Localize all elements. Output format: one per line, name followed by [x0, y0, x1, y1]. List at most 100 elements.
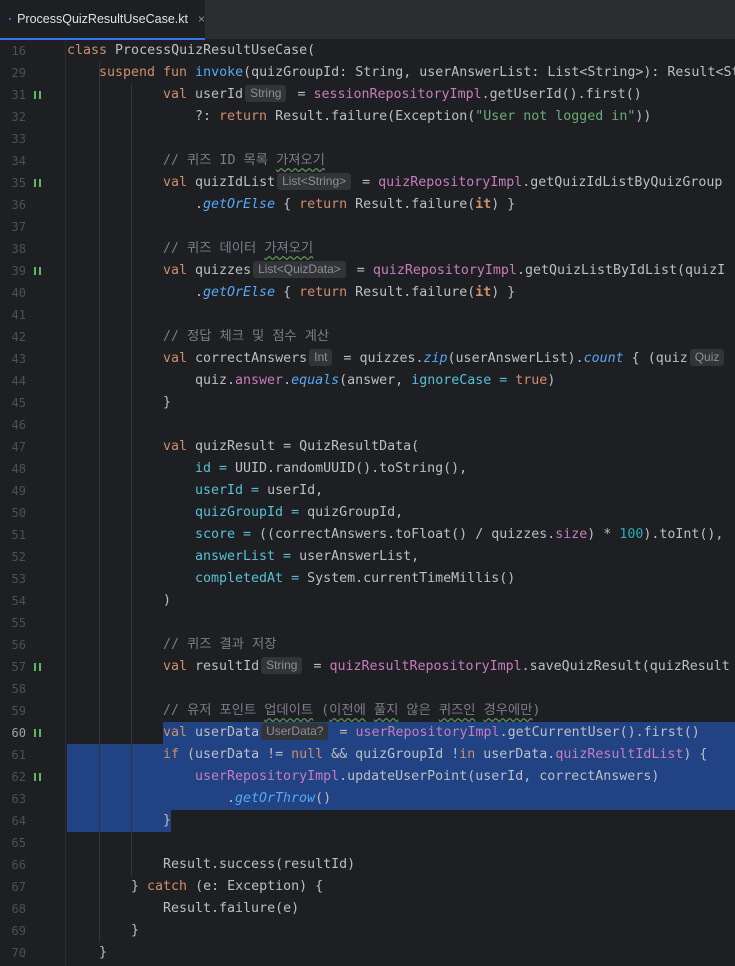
- line-number: 51: [11, 528, 26, 542]
- code-line: 45 }: [0, 392, 735, 414]
- tab-processquizresultusecase[interactable]: ProcessQuizResultUseCase.kt ×: [0, 0, 205, 40]
- code-text: Result.success(resultId): [163, 857, 356, 872]
- code-comment: // 정답 체크 및 점수 계산: [163, 329, 330, 344]
- code-line: 53 completedAt = System.currentTimeMilli…: [0, 568, 735, 590]
- line-number: 45: [11, 396, 26, 410]
- code-text: val correctAnswers Int = quizzes.zip(user…: [163, 348, 727, 370]
- code-line: 59 // 유저 포인트 업데이트 (이전에 풀지 않은 퀴즈인 경우에만): [0, 700, 735, 722]
- code-text: userId = userId,: [195, 483, 324, 498]
- suspend-call-icon[interactable]: [34, 91, 42, 99]
- kotlin-class-icon: [9, 17, 11, 21]
- line-number: 52: [11, 550, 26, 564]
- code-text: suspend fun invoke(quizGroupId: String, …: [99, 65, 735, 80]
- line-number: 16: [11, 44, 26, 58]
- line-number: 44: [11, 374, 26, 388]
- code-line: 46: [0, 414, 735, 436]
- code-text: val quizResult = QuizResultData(: [163, 439, 420, 454]
- line-number: 41: [11, 308, 26, 322]
- code-line: 54 ): [0, 590, 735, 612]
- code-line: 60 val userData UserData? = userRepositor…: [0, 722, 735, 744]
- code-line: 57 val resultId String = quizResultReposi…: [0, 656, 735, 678]
- code-line: 44 quiz.answer.equals(answer, ignoreCase…: [0, 370, 735, 392]
- line-number: 53: [11, 572, 26, 586]
- code-line: 32 ?: return Result.failure(Exception("U…: [0, 106, 735, 128]
- tab-close-icon[interactable]: ×: [198, 12, 205, 26]
- line-number: 57: [11, 660, 26, 674]
- line-number: 66: [11, 858, 26, 872]
- type-hint: Int: [309, 349, 333, 366]
- code-line: 40 .getOrElse { return Result.failure(it…: [0, 282, 735, 304]
- suspend-call-icon[interactable]: [34, 773, 42, 781]
- type-hint: List<String>: [277, 173, 352, 190]
- code-text: answerList = userAnswerList,: [195, 549, 420, 564]
- code-text: .getOrElse { return Result.failure(it) }: [195, 285, 516, 300]
- code-text: if (userData != null && quizGroupId !in …: [163, 747, 708, 762]
- code-line: 47 val quizResult = QuizResultData(: [0, 436, 735, 458]
- code-line: 38 // 퀴즈 데이터 가져오기: [0, 238, 735, 260]
- code-text: ): [163, 593, 172, 608]
- code-line: 39 val quizzes List<QuizData> = quizRepos…: [0, 260, 735, 282]
- line-number: 32: [11, 110, 26, 124]
- code-text: val resultId String = quizResultRepositor…: [163, 657, 730, 674]
- code-line: 50 quizGroupId = quizGroupId,: [0, 502, 735, 524]
- line-number: 56: [11, 638, 26, 652]
- line-number: 37: [11, 220, 26, 234]
- code-line: 56 // 퀴즈 결과 저장: [0, 634, 735, 656]
- code-line: 68 Result.failure(e): [0, 898, 735, 920]
- code-text: }: [163, 813, 172, 828]
- line-number: 59: [11, 704, 26, 718]
- code-line: 16 class ProcessQuizResultUseCase(: [0, 40, 735, 62]
- type-hint: Quiz: [689, 349, 725, 366]
- line-number: 33: [11, 132, 26, 146]
- suspend-call-icon[interactable]: [34, 267, 42, 275]
- code-comment: // 퀴즈 ID 목록 가져오기: [163, 153, 325, 168]
- line-number: 55: [11, 616, 26, 630]
- line-number: 54: [11, 594, 26, 608]
- code-text: val quizzes List<QuizData> = quizReposito…: [163, 261, 726, 278]
- code-line: 70 }: [0, 942, 735, 964]
- code-text: id = UUID.randomUUID().toString(),: [195, 461, 468, 476]
- code-text: val userData UserData? = userRepositoryIm…: [163, 723, 700, 740]
- line-number: 35: [11, 176, 26, 190]
- code-text: }: [99, 945, 108, 960]
- suspend-call-icon[interactable]: [34, 663, 42, 671]
- line-number: 43: [11, 352, 26, 366]
- type-hint: String: [245, 85, 287, 102]
- line-number: 67: [11, 880, 26, 894]
- line-number: 49: [11, 484, 26, 498]
- code-line: 52 answerList = userAnswerList,: [0, 546, 735, 568]
- line-number: 70: [11, 946, 26, 960]
- code-text: completedAt = System.currentTimeMillis(): [195, 571, 516, 586]
- code-line: 61 if (userData != null && quizGroupId !…: [0, 744, 735, 766]
- line-number: 60: [11, 726, 26, 740]
- line-number: 68: [11, 902, 26, 916]
- line-number: 58: [11, 682, 26, 696]
- code-text: val quizIdList List<String> = quizReposit…: [163, 173, 723, 190]
- line-number: 64: [11, 814, 26, 828]
- suspend-call-icon[interactable]: [34, 179, 42, 187]
- code-line: 35 val quizIdList List<String> = quizRepo…: [0, 172, 735, 194]
- code-text: .getOrElse { return Result.failure(it) }: [195, 197, 516, 212]
- line-number: 34: [11, 154, 26, 168]
- line-number: 47: [11, 440, 26, 454]
- suspend-call-icon[interactable]: [34, 729, 42, 737]
- code-line: 58: [0, 678, 735, 700]
- code-line: 63 .getOrThrow(): [0, 788, 735, 810]
- code-line: 66 Result.success(resultId): [0, 854, 735, 876]
- tab-title: ProcessQuizResultUseCase.kt: [17, 12, 188, 26]
- type-hint: String: [261, 657, 303, 674]
- line-number: 62: [11, 770, 26, 784]
- line-number: 48: [11, 462, 26, 476]
- code-line: 29 suspend fun invoke(quizGroupId: Strin…: [0, 62, 735, 84]
- code-text: val userId String = sessionRepositoryImpl…: [163, 85, 642, 102]
- code-text: ?: return Result.failure(Exception("User…: [195, 109, 652, 124]
- code-editor[interactable]: 16 class ProcessQuizResultUseCase( 29 su…: [0, 40, 735, 966]
- code-line: 43 val correctAnswers Int = quizzes.zip(u…: [0, 348, 735, 370]
- code-line: 41: [0, 304, 735, 326]
- line-number: 61: [11, 748, 26, 762]
- line-number: 69: [11, 924, 26, 938]
- code-text: class ProcessQuizResultUseCase(: [67, 43, 316, 58]
- line-number: 50: [11, 506, 26, 520]
- code-line: 48 id = UUID.randomUUID().toString(),: [0, 458, 735, 480]
- code-line: 49 userId = userId,: [0, 480, 735, 502]
